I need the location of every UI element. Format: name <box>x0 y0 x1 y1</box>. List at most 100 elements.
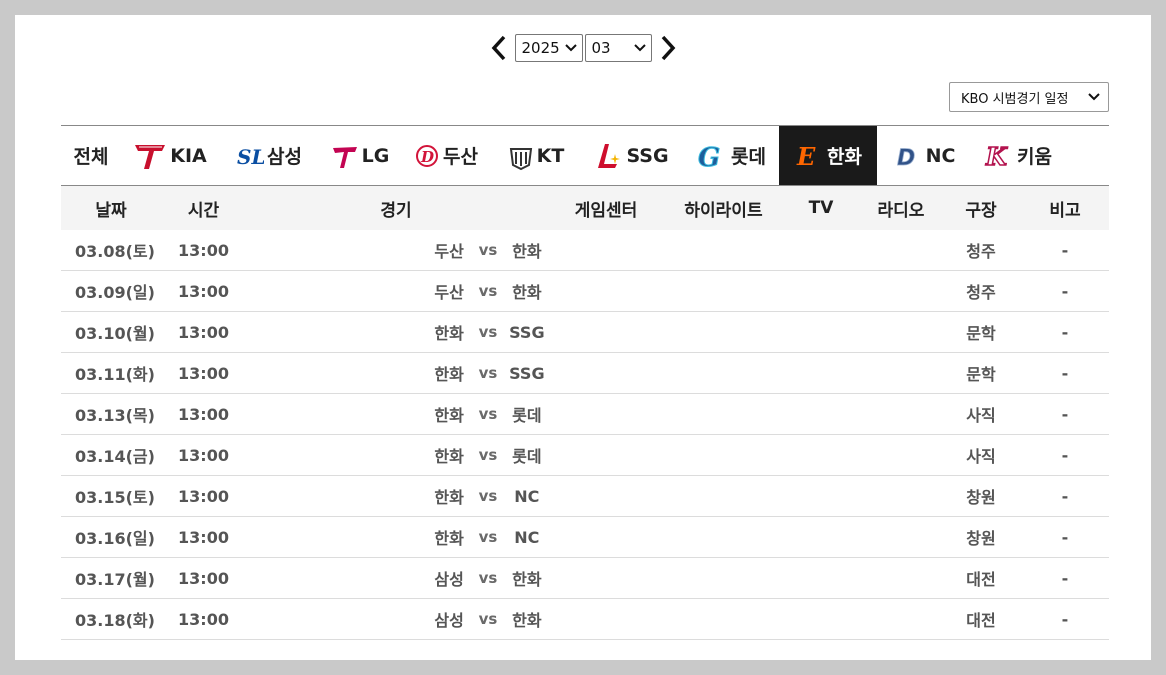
ssg-logo-icon <box>595 141 623 171</box>
tab-lotte[interactable]: G 롯데 <box>683 126 779 185</box>
home-team: 롯데 <box>512 406 542 425</box>
tab-label: 롯데 <box>731 146 766 168</box>
tab-doosan[interactable]: D 두산 <box>401 126 491 185</box>
game-time: 13:00 <box>161 557 246 599</box>
nc-logo-icon: D <box>895 141 923 171</box>
highlight-cell <box>666 434 781 476</box>
tab-label: 삼성 <box>267 146 302 168</box>
game-time: 13:00 <box>161 598 246 640</box>
tab-ssg[interactable]: SSG <box>581 126 683 185</box>
table-row: 03.14(금) 13:00 한화 vs 롯데 사직 - <box>61 434 1109 476</box>
col-stadium-header: 구장 <box>941 186 1021 230</box>
highlight-cell <box>666 352 781 394</box>
radio-cell <box>861 352 941 394</box>
game-time: 13:00 <box>161 352 246 394</box>
game-stadium: 대전 <box>941 557 1021 599</box>
highlight-cell <box>666 393 781 435</box>
vs-label: vs <box>478 487 498 505</box>
home-team: 한화 <box>512 611 542 630</box>
away-team: 두산 <box>434 283 464 302</box>
game-stadium: 창원 <box>941 475 1021 517</box>
radio-cell <box>861 557 941 599</box>
radio-cell <box>861 311 941 353</box>
vs-label: vs <box>478 241 498 259</box>
chevron-down-icon <box>633 42 646 54</box>
tab-kt[interactable]: KT <box>491 126 581 185</box>
chevron-right-icon[interactable] <box>653 33 683 63</box>
game-date: 03.08(토) <box>61 230 161 271</box>
away-team: 한화 <box>434 324 464 343</box>
lotte-logo-icon: G <box>696 141 728 171</box>
tv-cell <box>781 230 861 271</box>
game-date: 03.18(화) <box>61 598 161 640</box>
game-time: 13:00 <box>161 393 246 435</box>
year-value: 2025 <box>521 39 560 57</box>
game-matchup: 한화 vs SSG <box>246 352 546 394</box>
tab-kia[interactable]: KIA <box>121 126 219 185</box>
away-team: 삼성 <box>434 570 464 589</box>
kiwoom-logo-icon: K <box>984 141 1014 171</box>
game-note: - <box>1021 557 1109 599</box>
highlight-cell <box>666 311 781 353</box>
tv-cell <box>781 311 861 353</box>
tab-label: KT <box>536 144 565 167</box>
away-team: 삼성 <box>434 611 464 630</box>
game-matchup: 한화 vs 롯데 <box>246 434 546 476</box>
game-note: - <box>1021 516 1109 558</box>
tv-cell <box>781 516 861 558</box>
schedule-type-select[interactable]: KBO 시범경기 일정 <box>949 82 1109 112</box>
svg-text:D: D <box>897 146 915 171</box>
month-select[interactable]: 03 <box>584 34 652 62</box>
tab-label: NC <box>925 144 956 167</box>
tab-nc[interactable]: D NC <box>877 126 973 185</box>
table-row: 03.18(화) 13:00 삼성 vs 한화 대전 - <box>61 598 1109 640</box>
game-stadium: 청주 <box>941 270 1021 312</box>
radio-cell <box>861 516 941 558</box>
highlight-cell <box>666 557 781 599</box>
table-header-row: 날짜 시간 경기 게임센터 하이라이트 TV 라디오 구장 비고 <box>61 186 1109 230</box>
chevron-down-icon <box>564 42 577 54</box>
highlight-cell <box>666 270 781 312</box>
home-team: 한화 <box>512 242 542 261</box>
radio-cell <box>861 270 941 312</box>
tv-cell <box>781 434 861 476</box>
tab-kiwoom[interactable]: K 키움 <box>973 126 1063 185</box>
col-highlight-header: 하이라이트 <box>666 186 781 230</box>
schedule-panel: 2025 03 KBO 시범경기 일정 전체 KIA SL 삼성 LG D 두산… <box>15 15 1151 660</box>
away-team: 한화 <box>434 365 464 384</box>
kia-logo-icon <box>133 141 167 171</box>
tab-label: LG <box>361 144 390 167</box>
chevron-left-icon[interactable] <box>484 33 514 63</box>
col-note-header: 비고 <box>1021 186 1109 230</box>
table-row: 03.10(월) 13:00 한화 vs SSG 문학 - <box>61 311 1109 353</box>
svg-text:E: E <box>796 142 816 171</box>
home-team: SSG <box>509 363 545 383</box>
game-center-cell <box>546 311 666 353</box>
game-center-cell <box>546 516 666 558</box>
game-stadium: 사직 <box>941 434 1021 476</box>
table-row: 03.08(토) 13:00 두산 vs 한화 청주 - <box>61 230 1109 271</box>
game-time: 13:00 <box>161 230 246 271</box>
away-team: 한화 <box>434 529 464 548</box>
table-row: 03.16(일) 13:00 한화 vs NC 창원 - <box>61 516 1109 558</box>
lg-logo-icon <box>331 141 359 171</box>
samsung-logo-icon: SL <box>236 141 264 171</box>
away-team: 한화 <box>434 488 464 507</box>
game-time: 13:00 <box>161 270 246 312</box>
vs-label: vs <box>478 282 498 300</box>
away-team: 두산 <box>434 242 464 261</box>
game-center-cell <box>546 352 666 394</box>
home-team: 롯데 <box>512 447 542 466</box>
svg-text:SL: SL <box>237 145 264 169</box>
tab-lg[interactable]: LG <box>319 126 401 185</box>
col-gamecenter-header: 게임센터 <box>546 186 666 230</box>
kt-logo-icon <box>508 141 534 171</box>
tv-cell <box>781 270 861 312</box>
game-note: - <box>1021 393 1109 435</box>
game-stadium: 사직 <box>941 393 1021 435</box>
schedule-table: 날짜 시간 경기 게임센터 하이라이트 TV 라디오 구장 비고 03.08(토… <box>61 186 1109 640</box>
tab-all[interactable]: 전체 <box>61 126 121 185</box>
year-select[interactable]: 2025 <box>514 34 583 62</box>
tab-samsung[interactable]: SL 삼성 <box>219 126 319 185</box>
tab-hanwha[interactable]: E 한화 <box>779 126 877 185</box>
